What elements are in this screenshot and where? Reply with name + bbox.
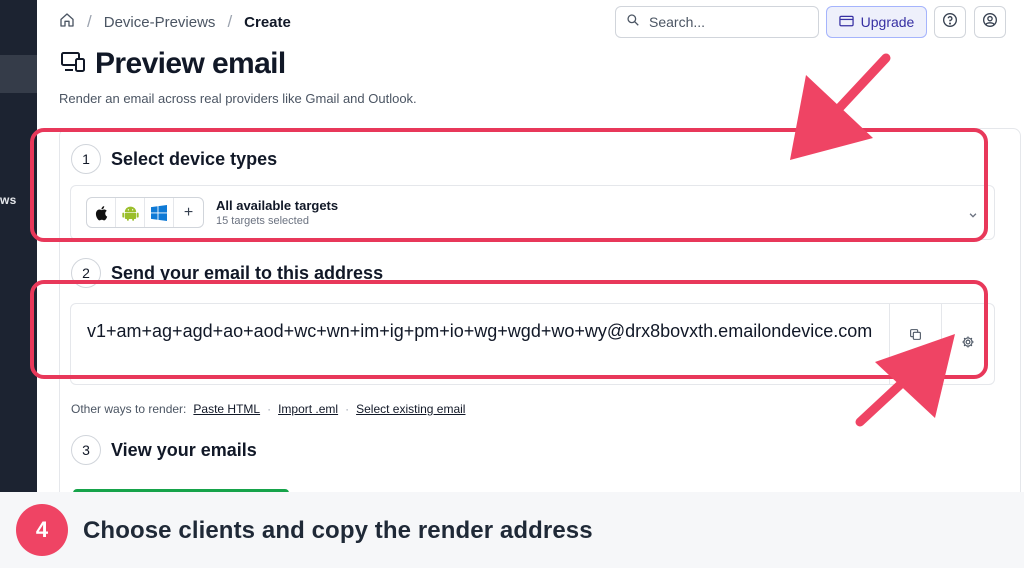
search-icon (626, 13, 640, 32)
instruction-caption: Choose clients and copy the render addre… (83, 517, 593, 544)
breadcrumb-separator: / (227, 12, 233, 31)
link-separator: · (267, 402, 272, 416)
search-box[interactable] (615, 6, 819, 38)
step-number: 3 (71, 435, 101, 465)
page-header: Preview email (60, 47, 286, 81)
step-title: View your emails (111, 439, 257, 460)
breadcrumb: / Device-Previews / Create (59, 10, 291, 34)
select-existing-email-link[interactable]: Select existing email (356, 402, 465, 416)
paste-html-link[interactable]: Paste HTML (193, 402, 260, 416)
other-render-options: Other ways to render: Paste HTML · Impor… (71, 402, 465, 416)
link-separator: · (345, 402, 350, 416)
home-icon[interactable] (59, 12, 75, 32)
breadcrumb-separator: / (87, 12, 92, 31)
step-badge: 4 (16, 504, 68, 556)
other-ways-label: Other ways to render: (71, 402, 187, 416)
step-3: 3 View your emails (71, 435, 257, 465)
sidebar-item-label[interactable]: ws (0, 193, 17, 207)
devices-icon (60, 51, 86, 78)
sidebar-item-selected[interactable] (0, 55, 37, 93)
breadcrumb-create: Create (244, 13, 291, 31)
page-title: Preview email (95, 47, 286, 80)
upgrade-button[interactable]: Upgrade (826, 6, 927, 38)
instruction-banner: 4 Choose clients and copy the render add… (0, 492, 1024, 568)
upgrade-label: Upgrade (860, 14, 915, 30)
sidebar: ws (0, 0, 37, 492)
help-button[interactable] (934, 6, 966, 38)
search-input[interactable] (649, 14, 799, 30)
page-subtitle: Render an email across real providers li… (59, 91, 417, 106)
breadcrumb-device-previews[interactable]: Device-Previews (104, 14, 216, 31)
account-button[interactable] (974, 6, 1006, 38)
import-eml-link[interactable]: Import .eml (278, 402, 338, 416)
main-content: / Device-Previews / Create Upgrade Previ… (37, 0, 1024, 508)
highlight-device-types (30, 128, 988, 242)
help-icon (942, 12, 958, 33)
highlight-render-address (30, 280, 988, 379)
user-circle-icon (982, 12, 998, 33)
credit-card-icon (838, 14, 854, 30)
